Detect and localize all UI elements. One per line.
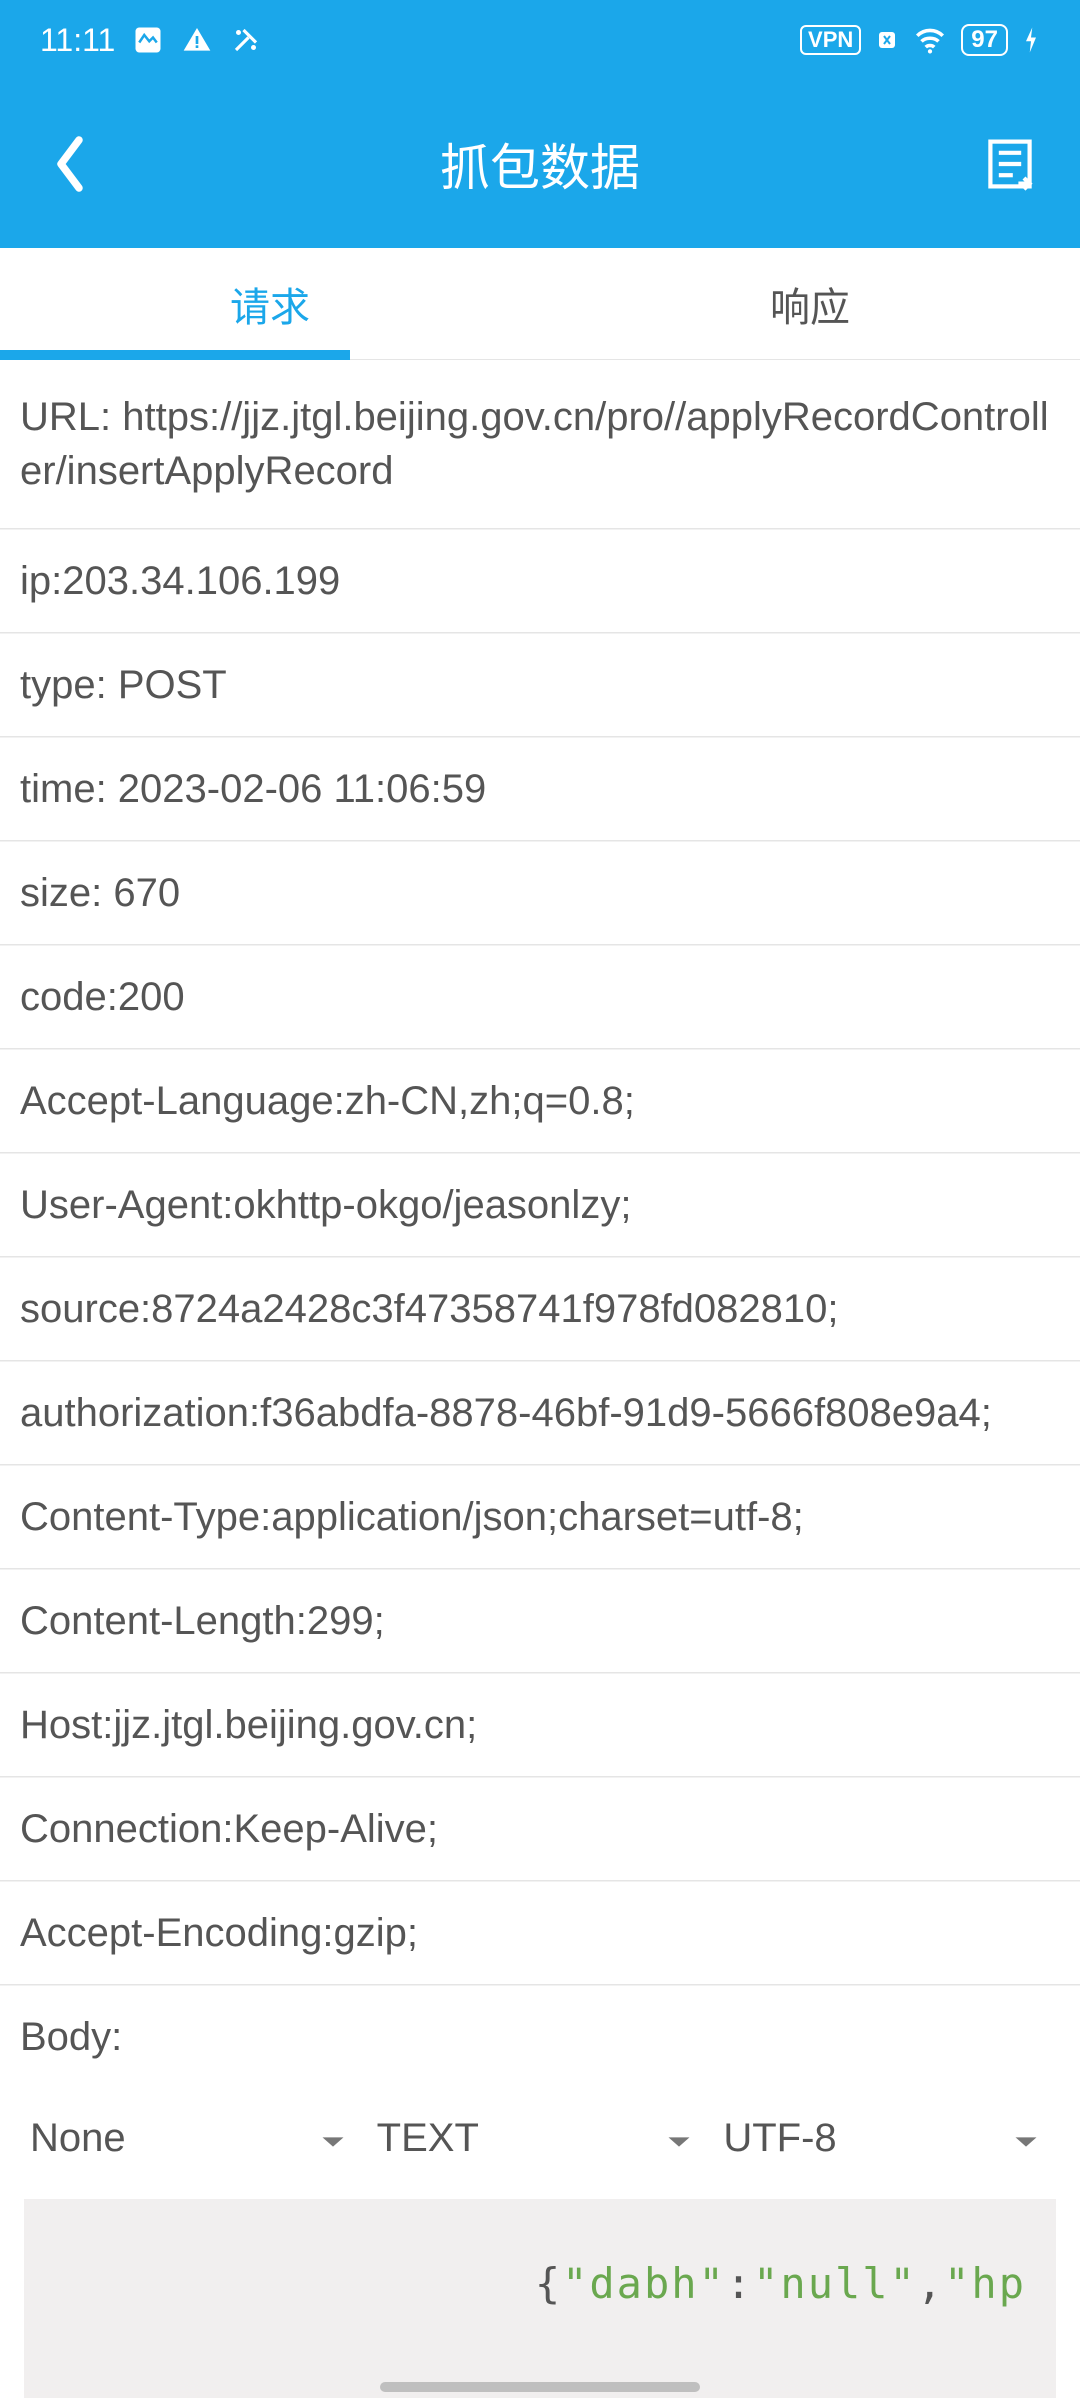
dropdown-charset-label: UTF-8 [723, 2116, 836, 2161]
status-right: VPN 97 [800, 23, 1040, 57]
row-ip: ip:203.34.106.199 [0, 529, 1080, 633]
json-comma: , [917, 2259, 944, 2308]
row-content-type: Content-Type:application/json;charset=ut… [0, 1465, 1080, 1569]
bluetooth-icon [875, 28, 899, 52]
row-size: size: 670 [0, 841, 1080, 945]
json-brace: { [535, 2259, 562, 2308]
chevron-down-icon [1012, 2116, 1040, 2161]
dropdown-format-label: TEXT [377, 2116, 479, 2161]
json-value: "null" [753, 2259, 917, 2308]
row-authorization: authorization:f36abdfa-8878-46bf-91d9-56… [0, 1361, 1080, 1465]
home-indicator[interactable] [380, 2382, 700, 2392]
page-title: 抓包数据 [440, 128, 640, 200]
row-url: URL: https://jjz.jtgl.beijing.gov.cn/pro… [0, 360, 1080, 529]
dropdown-charset[interactable]: UTF-8 [723, 2106, 1060, 2171]
row-user-agent: User-Agent:okhttp-okgo/jeasonlzy; [0, 1153, 1080, 1257]
row-time: time: 2023-02-06 11:06:59 [0, 737, 1080, 841]
row-type: type: POST [0, 633, 1080, 737]
dropdown-decode-label: None [30, 2116, 126, 2161]
dropdown-format[interactable]: TEXT [377, 2106, 714, 2171]
tab-response[interactable]: 响应 [540, 248, 1080, 359]
tools-icon [231, 25, 261, 55]
row-connection: Connection:Keep-Alive; [0, 1777, 1080, 1881]
json-key: "dabh" [562, 2259, 726, 2308]
row-host: Host:jjz.jtgl.beijing.gov.cn; [0, 1673, 1080, 1777]
back-button[interactable] [40, 134, 100, 194]
body-options-row: None TEXT UTF-8 [0, 2088, 1080, 2189]
tabs: 请求 响应 [0, 248, 1080, 360]
row-code: code:200 [0, 945, 1080, 1049]
app-bar: 抓包数据 [0, 80, 1080, 248]
app-icon [133, 25, 163, 55]
chevron-down-icon [665, 2116, 693, 2161]
dropdown-decode[interactable]: None [30, 2106, 367, 2171]
row-source: source:8724a2428c3f47358741f978fd082810; [0, 1257, 1080, 1361]
charging-icon [1022, 25, 1040, 55]
status-bar: 11:11 VPN 97 [0, 0, 1080, 80]
request-details: URL: https://jjz.jtgl.beijing.gov.cn/pro… [0, 360, 1080, 2398]
json-colon: : [726, 2259, 753, 2308]
warning-icon [181, 24, 213, 56]
row-content-length: Content-Length:299; [0, 1569, 1080, 1673]
wifi-icon [913, 23, 947, 57]
battery-percent: 97 [971, 26, 998, 54]
row-body-label: Body: [0, 1985, 1080, 2088]
chevron-down-icon [319, 2116, 347, 2161]
vpn-icon: VPN [800, 25, 861, 55]
tab-request[interactable]: 请求 [0, 248, 540, 359]
tab-request-label: 请求 [230, 275, 310, 333]
status-time: 11:11 [40, 22, 115, 59]
row-accept-encoding: Accept-Encoding:gzip; [0, 1881, 1080, 1985]
json-key: "hp [944, 2259, 1026, 2308]
row-accept-language: Accept-Language:zh-CN,zh;q=0.8; [0, 1049, 1080, 1153]
status-left: 11:11 [40, 22, 261, 59]
body-content[interactable]: {"dabh":"null","hp [24, 2199, 1056, 2398]
battery-icon: 97 [961, 24, 1008, 56]
tab-response-label: 响应 [770, 275, 850, 333]
export-button[interactable] [980, 134, 1040, 194]
